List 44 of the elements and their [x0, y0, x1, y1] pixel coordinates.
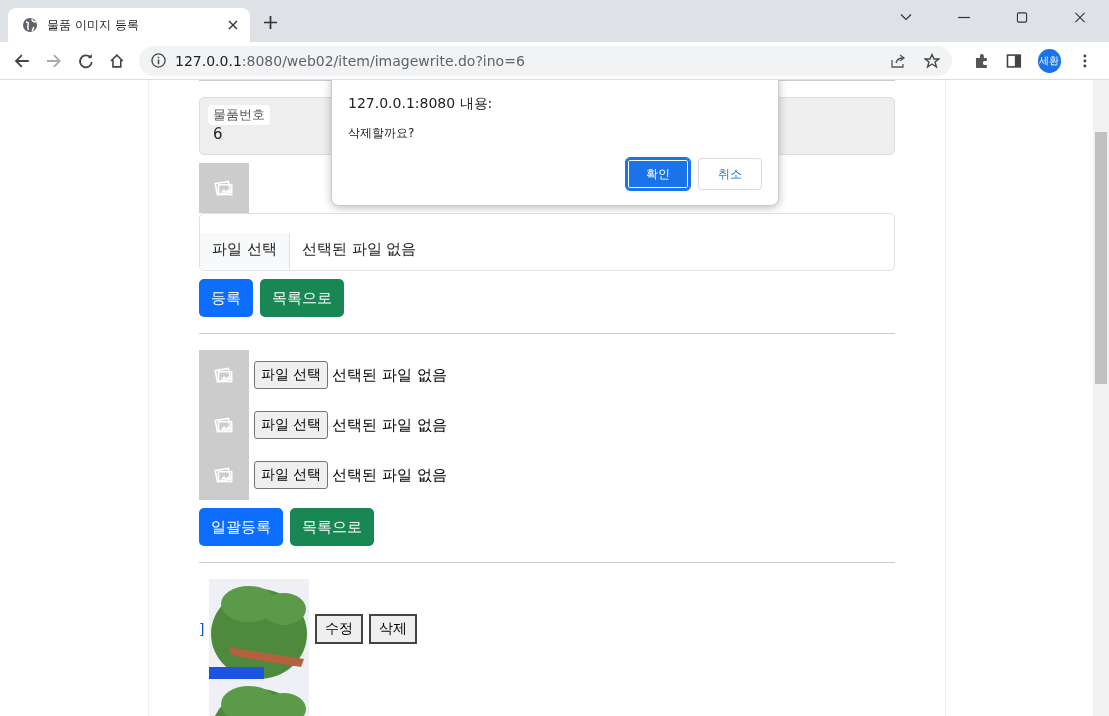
chevron-down-icon[interactable]	[900, 11, 912, 23]
tab-title: 물품 이미지 등록	[47, 16, 140, 34]
field-value: 6	[213, 125, 223, 143]
dialog-button[interactable]: 취소	[698, 158, 762, 190]
share-icon[interactable]	[890, 52, 907, 69]
puzzle-icon[interactable]	[974, 52, 990, 69]
field-label: 물품번호	[208, 105, 270, 125]
image-placeholder	[199, 350, 249, 400]
back-icon[interactable]	[14, 52, 30, 69]
home-icon[interactable]	[109, 52, 125, 69]
form-button[interactable]: 등록	[199, 279, 253, 317]
profile-avatar[interactable]: 세환	[1037, 48, 1062, 73]
file-status: 선택된 파일 없음	[300, 240, 417, 260]
file-button[interactable]: 파일 선택	[254, 461, 329, 489]
reload-icon[interactable]	[77, 52, 94, 69]
maximize-icon[interactable]	[1016, 11, 1028, 23]
file-input[interactable]: 파일 선택 선택된 파일 없음	[199, 213, 895, 271]
dialog-title: 127.0.0.1:8080 내용:	[348, 95, 494, 113]
new-tab-icon[interactable]	[264, 16, 277, 29]
image-placeholder	[199, 163, 249, 213]
star-icon[interactable]	[924, 52, 941, 69]
file-button[interactable]: 파일 선택	[254, 361, 329, 389]
dialog-message: 삭제할까요?	[348, 125, 416, 142]
file-button[interactable]: 파일 선택	[200, 233, 290, 269]
file-status: 선택된 파일 없음	[332, 465, 447, 485]
image-link[interactable]: ]	[199, 621, 209, 637]
url-text: 127.0.0.1:8080/web02/item/imagewrite.do?ino=6	[175, 52, 525, 69]
file-button[interactable]: 파일 선택	[254, 411, 329, 439]
action-button[interactable]: 수정	[315, 614, 363, 644]
info-icon	[151, 53, 166, 68]
browser-tab[interactable]: 물품 이미지 등록	[8, 8, 250, 42]
form-button[interactable]: 일괄등록	[199, 508, 283, 546]
globe-icon	[22, 17, 38, 33]
form-button[interactable]: 목록으로	[290, 508, 374, 546]
side-panel-icon[interactable]	[1005, 52, 1022, 69]
file-status: 선택된 파일 없음	[332, 415, 447, 435]
file-status: 선택된 파일 없음	[332, 365, 447, 385]
action-button[interactable]: 삭제	[369, 614, 417, 644]
dialog-button[interactable]: 확인	[626, 158, 690, 190]
form-button[interactable]: 목록으로	[260, 279, 344, 317]
scrollbar-thumb[interactable]	[1095, 132, 1107, 384]
address-bar[interactable]: 127.0.0.1:8080/web02/item/imagewrite.do?ino=6	[139, 45, 953, 76]
close-icon[interactable]	[228, 20, 238, 30]
image-placeholder	[199, 450, 249, 500]
